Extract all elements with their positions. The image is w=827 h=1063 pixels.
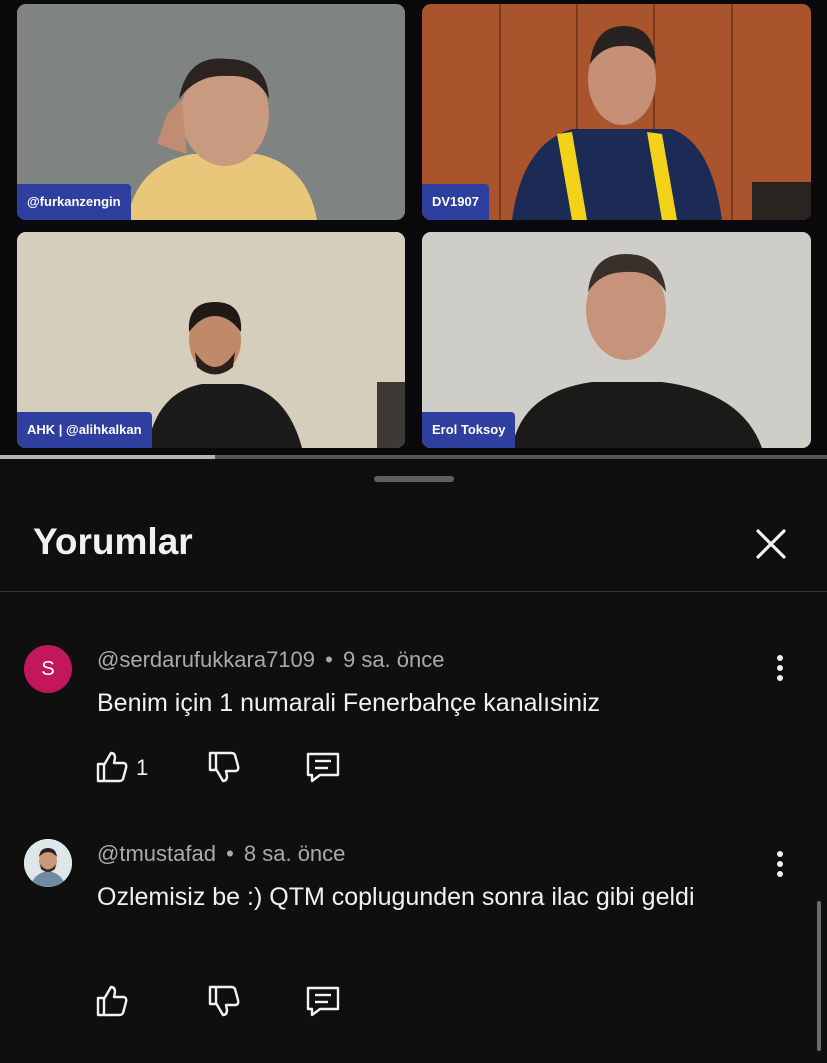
thumbs-down-icon [208, 985, 240, 1017]
participant-name-tag: @furkanzengin [17, 184, 131, 220]
comment-time: 9 sa. önce [342, 647, 445, 672]
more-options-icon[interactable] [768, 653, 792, 683]
like-button[interactable] [94, 983, 134, 1023]
reply-icon [306, 986, 340, 1017]
participant-name-tag: Erol Toksoy [422, 412, 516, 448]
more-options-icon[interactable] [768, 849, 792, 879]
reply-icon [306, 752, 340, 783]
video-tile-participant-1: @furkanzengin [17, 4, 405, 220]
panel-title: Yorumlar [33, 521, 193, 562]
dislike-button[interactable] [206, 749, 246, 789]
video-tile-participant-2: DV1907 [422, 4, 811, 220]
reply-button[interactable] [304, 983, 344, 1023]
video-tile-participant-4: Erol Toksoy [422, 232, 811, 448]
comment-actions: 1 [94, 749, 354, 789]
dislike-button[interactable] [206, 983, 246, 1023]
comment-meta: @serdarufukkara7109 • 9 sa. önce [97, 647, 444, 673]
participant-name-tag: DV1907 [422, 184, 489, 220]
avatar-photo [24, 839, 72, 887]
comment-time: 8 sa. önce [243, 841, 346, 866]
meta-separator: • [325, 647, 333, 672]
video-player[interactable]: @furkanzengin DV1907 AHK | @alihkalkan E… [0, 0, 827, 455]
video-tile-participant-3: AHK | @alihkalkan [17, 232, 405, 448]
comments-panel: Yorumlar S @serdarufukkara7109 • 9 sa. ö… [0, 459, 827, 1063]
participant-name-tag: AHK | @alihkalkan [17, 412, 152, 448]
reply-button[interactable] [304, 749, 344, 789]
thumbs-up-icon [96, 985, 128, 1017]
avatar[interactable] [24, 839, 72, 887]
avatar[interactable]: S [24, 645, 72, 693]
comment-text: Ozlemisiz be :) QTM coplugunden sonra il… [97, 883, 695, 911]
comment-meta: @tmustafad • 8 sa. önce [97, 841, 345, 867]
close-icon[interactable] [752, 525, 790, 563]
like-count: 1 [136, 755, 149, 780]
thumbs-down-icon [208, 751, 240, 783]
thumbs-up-icon [96, 751, 128, 783]
comment-author[interactable]: @tmustafad [97, 841, 216, 866]
like-button[interactable]: 1 [94, 749, 154, 789]
comment-actions [94, 983, 354, 1023]
comment-text: Benim için 1 numarali Fenerbahçe kanalıs… [97, 689, 601, 717]
comment-author[interactable]: @serdarufukkara7109 [97, 647, 315, 672]
drag-handle[interactable] [374, 476, 454, 482]
header-divider [0, 591, 827, 592]
meta-separator: • [226, 841, 234, 866]
scrollbar[interactable] [817, 901, 821, 1051]
